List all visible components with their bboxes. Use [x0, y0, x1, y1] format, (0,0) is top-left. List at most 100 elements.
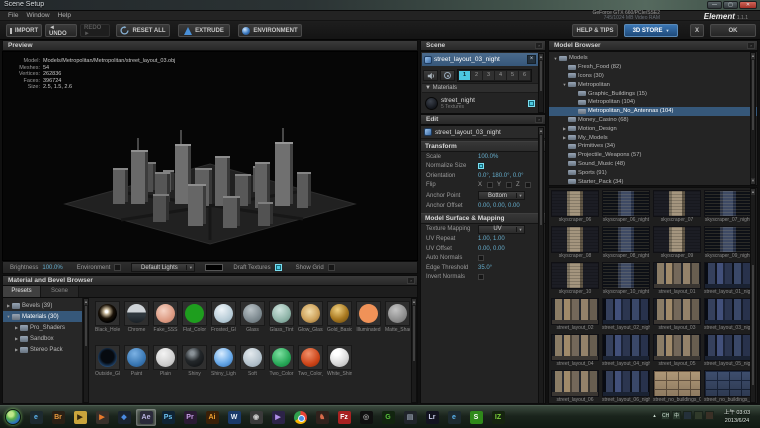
model-tree-item[interactable]: ▼ Metropolitan	[549, 80, 757, 89]
group-button[interactable]: 3	[483, 71, 494, 80]
material-swatch[interactable]: Chrome	[124, 301, 149, 333]
model-thumb-image[interactable]	[704, 334, 752, 361]
scene-scrollbar[interactable]: ▲	[538, 53, 544, 113]
model-thumb[interactable]: skyscraper_08_night	[602, 226, 650, 259]
material-sphere-thumb[interactable]	[211, 301, 236, 326]
group-button[interactable]: 6	[519, 71, 530, 80]
model-thumb[interactable]: street_layout_06_night	[602, 370, 650, 403]
show-grid-checkbox[interactable]	[328, 264, 335, 271]
tree-arrow-icon[interactable]: ▼	[552, 56, 559, 61]
group-button[interactable]: 4	[495, 71, 506, 80]
material-sphere-thumb[interactable]	[95, 301, 120, 326]
model-grid-scrollbar[interactable]: ▲	[750, 188, 756, 403]
model-thumb-image[interactable]	[551, 298, 599, 325]
model-thumb-image[interactable]	[704, 370, 752, 397]
scroll-down-icon[interactable]: ▼	[751, 178, 755, 184]
preview-viewport[interactable]: Model: Models/Metropolitan/Metropolitan/…	[2, 51, 418, 261]
tray-volume-icon[interactable]	[694, 411, 703, 420]
material-swatch[interactable]: Gold_Basic	[327, 301, 352, 333]
material-swatch[interactable]: Flat_Color	[182, 301, 207, 333]
model-thumb[interactable]: street_layout_04	[551, 334, 599, 367]
tab[interactable]: Presets	[3, 286, 41, 297]
material-sphere-thumb[interactable]	[298, 301, 323, 326]
model-thumb[interactable]: street_no_buildings_01_night	[704, 370, 752, 403]
maximize-button[interactable]: ▢	[723, 1, 738, 9]
material-sphere-thumb[interactable]	[124, 345, 149, 370]
model-thumb-image[interactable]	[551, 334, 599, 361]
close-button[interactable]: ✕	[739, 1, 757, 9]
lights-dropdown[interactable]: Default Lights ▼	[131, 263, 195, 272]
model-thumb-image[interactable]	[551, 262, 599, 289]
ok-button[interactable]: OK	[710, 24, 756, 37]
material-swatch[interactable]: White_Shiny	[327, 345, 352, 377]
edit-scrollbar[interactable]: ▲	[538, 127, 544, 404]
group-button[interactable]: 2	[471, 71, 482, 80]
scroll-thumb[interactable]	[540, 135, 542, 225]
model-thumb[interactable]: street_layout_01_night	[704, 262, 752, 295]
extrude-button[interactable]: EXTRUDE	[178, 24, 230, 37]
material-tree-item[interactable]: ▶ Bevels (39)	[3, 300, 82, 311]
model-tree-item[interactable]: Money_Casino (68)	[549, 116, 757, 125]
material-swatch[interactable]: Illuminated	[356, 301, 381, 333]
photoshop-icon[interactable]: Ps	[158, 409, 178, 426]
adobe-bridge-icon[interactable]: Br	[48, 409, 68, 426]
material-sphere-thumb[interactable]	[153, 345, 178, 370]
material-sphere-thumb[interactable]	[298, 345, 323, 370]
cancel-button[interactable]: X	[690, 24, 704, 37]
scene-material-row[interactable]: street_night 5 Textures	[422, 94, 538, 113]
model-tree-item[interactable]: Projectile_Weapons (57)	[549, 151, 757, 160]
console-app-icon[interactable]: ▤	[400, 409, 420, 426]
anchor-offset-value[interactable]: 0.00, 0.00, 0.00	[478, 203, 520, 209]
model-thumb[interactable]: skyscraper_09_night	[704, 226, 752, 259]
model-thumb-image[interactable]	[602, 226, 650, 253]
iz-app-icon[interactable]: IZ	[488, 409, 508, 426]
speaker-button[interactable]	[423, 70, 438, 81]
material-sphere-thumb[interactable]	[182, 345, 207, 370]
material-sphere-thumb[interactable]	[327, 301, 352, 326]
media-player-icon[interactable]: ▶	[268, 409, 288, 426]
undo-button[interactable]: ◄ UNDO	[45, 24, 77, 37]
model-tree-item[interactable]: ▶ Motion_Design	[549, 124, 757, 133]
scroll-thumb[interactable]	[752, 265, 754, 385]
material-sphere-thumb[interactable]	[240, 301, 265, 326]
material-swatch[interactable]: Outside_Glow	[95, 345, 120, 377]
material-swatch[interactable]: Glass	[240, 301, 265, 333]
tray-action-center-icon[interactable]	[705, 411, 714, 420]
flip-z-checkbox[interactable]	[525, 182, 531, 188]
panel-menu-button[interactable]: ›	[535, 42, 543, 49]
model-thumb-image[interactable]	[704, 190, 752, 217]
remove-item-button[interactable]: ×	[527, 55, 536, 64]
flip-y-checkbox[interactable]	[506, 182, 512, 188]
material-tree-item[interactable]: ▶ Pro_Shaders	[3, 322, 82, 333]
material-sphere-thumb[interactable]	[327, 345, 352, 370]
model-thumb-image[interactable]	[653, 190, 701, 217]
model-thumb-image[interactable]	[704, 298, 752, 325]
group-button[interactable]: 1	[459, 71, 470, 80]
model-thumb-image[interactable]	[551, 226, 599, 253]
scroll-up-icon[interactable]: ▲	[539, 128, 543, 134]
model-thumb[interactable]: street_layout_03	[653, 298, 701, 331]
tree-arrow-icon[interactable]: ▶	[13, 347, 20, 352]
tab[interactable]: Scene	[41, 286, 79, 297]
material-sphere-thumb[interactable]	[211, 345, 236, 370]
tree-arrow-icon[interactable]: ▶	[561, 135, 568, 140]
texture-mapping-dropdown[interactable]: UV ▼	[478, 225, 525, 234]
edit-item[interactable]: street_layout_03_night	[421, 126, 545, 139]
model-thumb-image[interactable]	[653, 298, 701, 325]
model-thumb-image[interactable]	[602, 370, 650, 397]
scroll-up-icon[interactable]: ▲	[84, 299, 88, 305]
material-sphere-thumb[interactable]	[124, 301, 149, 326]
model-thumb-image[interactable]	[704, 262, 752, 289]
uv-offset-value[interactable]: 0.00, 0.00	[478, 246, 505, 252]
model-thumb[interactable]: skyscraper_09	[653, 226, 701, 259]
model-thumb[interactable]: street_no_buildings_01	[653, 370, 701, 403]
environment-checkbox[interactable]	[114, 264, 121, 271]
menu-item[interactable]: File	[8, 11, 26, 19]
3d-app-icon[interactable]: ◆	[114, 409, 134, 426]
model-tree-item[interactable]: Sound_Music (48)	[549, 160, 757, 169]
material-tree-item[interactable]: ▶ Stereo Pack	[3, 344, 82, 355]
environment-button[interactable]: ENVIRONMENT	[238, 24, 302, 37]
material-sphere-thumb[interactable]	[385, 301, 410, 326]
tree-arrow-icon[interactable]: ▼	[561, 82, 568, 87]
model-thumb[interactable]: skyscraper_07	[653, 190, 701, 223]
